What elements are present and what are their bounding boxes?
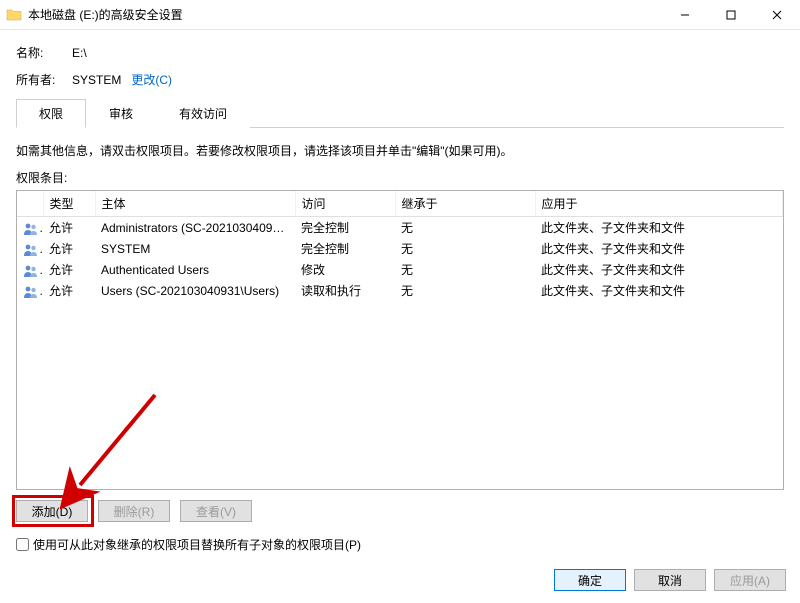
users-icon (23, 264, 37, 276)
owner-row: 所有者: SYSTEM 更改(C) (16, 71, 784, 88)
row-icon-cell (17, 280, 43, 301)
cell-inherited: 无 (395, 259, 535, 280)
remove-button[interactable]: 删除(R) (98, 500, 170, 522)
cell-type: 允许 (43, 238, 95, 259)
cell-access: 完全控制 (295, 217, 395, 239)
cell-access: 读取和执行 (295, 280, 395, 301)
cell-inherited: 无 (395, 238, 535, 259)
tab-permissions[interactable]: 权限 (16, 99, 86, 128)
col-type[interactable]: 类型 (43, 191, 95, 217)
col-access[interactable]: 访问 (295, 191, 395, 217)
maximize-button[interactable] (708, 0, 754, 30)
owner-change-link[interactable]: 更改(C) (131, 71, 172, 88)
cell-principal: Users (SC-202103040931\Users) (95, 280, 295, 301)
cell-type: 允许 (43, 280, 95, 301)
folder-icon (6, 7, 22, 23)
cell-applies: 此文件夹、子文件夹和文件 (535, 238, 783, 259)
add-button[interactable]: 添加(D) (16, 500, 88, 522)
tab-effective-access[interactable]: 有效访问 (156, 99, 250, 128)
table-row[interactable]: 允许Administrators (SC-20210304093...完全控制无… (17, 217, 783, 239)
replace-inherit-label[interactable]: 使用可从此对象继承的权限项目替换所有子对象的权限项目(P) (33, 536, 361, 553)
col-icon[interactable] (17, 191, 43, 217)
window-title: 本地磁盘 (E:)的高级安全设置 (28, 6, 183, 23)
cell-applies: 此文件夹、子文件夹和文件 (535, 217, 783, 239)
table-row[interactable]: 允许SYSTEM完全控制无此文件夹、子文件夹和文件 (17, 238, 783, 259)
col-applies[interactable]: 应用于 (535, 191, 783, 217)
row-icon-cell (17, 259, 43, 280)
cell-inherited: 无 (395, 280, 535, 301)
cell-type: 允许 (43, 259, 95, 280)
instructions-text: 如需其他信息，请双击权限项目。若要修改权限项目，请选择该项目并单击"编辑"(如果… (16, 142, 784, 159)
dialog-footer: 确定 取消 应用(A) (554, 569, 786, 591)
titlebar: 本地磁盘 (E:)的高级安全设置 (0, 0, 800, 30)
owner-value: SYSTEM (72, 73, 121, 87)
table-row[interactable]: 允许Authenticated Users修改无此文件夹、子文件夹和文件 (17, 259, 783, 280)
owner-label: 所有者: (16, 71, 72, 88)
table-header-row: 类型 主体 访问 继承于 应用于 (17, 191, 783, 217)
row-icon-cell (17, 238, 43, 259)
apply-button[interactable]: 应用(A) (714, 569, 786, 591)
users-icon (23, 243, 37, 255)
view-button[interactable]: 查看(V) (180, 500, 252, 522)
ok-button[interactable]: 确定 (554, 569, 626, 591)
cell-applies: 此文件夹、子文件夹和文件 (535, 280, 783, 301)
col-inherited[interactable]: 继承于 (395, 191, 535, 217)
name-row: 名称: E:\ (16, 44, 784, 61)
users-icon (23, 285, 37, 297)
cancel-button[interactable]: 取消 (634, 569, 706, 591)
table-row[interactable]: 允许Users (SC-202103040931\Users)读取和执行无此文件… (17, 280, 783, 301)
cell-inherited: 无 (395, 217, 535, 239)
tab-audit[interactable]: 审核 (86, 99, 156, 128)
content-area: 名称: E:\ 所有者: SYSTEM 更改(C) 权限 审核 有效访问 如需其… (0, 30, 800, 567)
col-principal[interactable]: 主体 (95, 191, 295, 217)
tab-bar: 权限 审核 有效访问 (16, 98, 784, 128)
minimize-button[interactable] (662, 0, 708, 30)
cell-applies: 此文件夹、子文件夹和文件 (535, 259, 783, 280)
row-icon-cell (17, 217, 43, 239)
cell-access: 修改 (295, 259, 395, 280)
users-icon (23, 222, 37, 234)
replace-inherit-row: 使用可从此对象继承的权限项目替换所有子对象的权限项目(P) (16, 536, 784, 553)
permissions-table[interactable]: 类型 主体 访问 继承于 应用于 允许Administrators (SC-20… (16, 190, 784, 490)
close-button[interactable] (754, 0, 800, 30)
entries-label: 权限条目: (16, 169, 784, 186)
cell-principal: Administrators (SC-20210304093... (95, 217, 295, 239)
name-value: E:\ (72, 46, 87, 60)
action-row: 添加(D) 删除(R) 查看(V) (16, 500, 784, 522)
cell-principal: SYSTEM (95, 238, 295, 259)
replace-inherit-checkbox[interactable] (16, 538, 29, 551)
cell-principal: Authenticated Users (95, 259, 295, 280)
cell-type: 允许 (43, 217, 95, 239)
name-label: 名称: (16, 44, 72, 61)
cell-access: 完全控制 (295, 238, 395, 259)
